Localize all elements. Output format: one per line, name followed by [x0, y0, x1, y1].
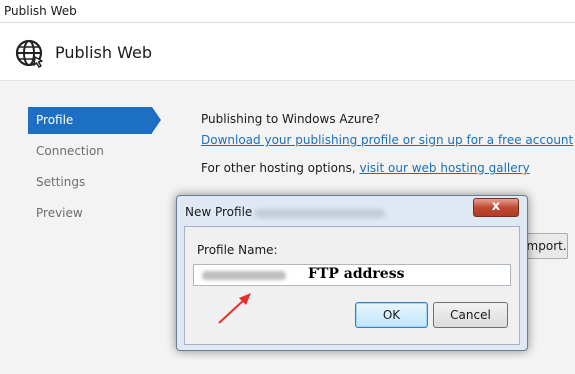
- window-title: Publish Web: [4, 4, 77, 18]
- dialog-title: New Profile: [185, 205, 253, 219]
- ok-button[interactable]: OK: [355, 302, 428, 328]
- close-button[interactable]: x: [473, 198, 519, 217]
- nav-item-settings[interactable]: Settings: [28, 169, 148, 196]
- page-title: Publish Web: [55, 43, 152, 62]
- annotation-text: FTP address: [308, 266, 405, 282]
- other-hosting-text: For other hosting options,: [201, 161, 356, 175]
- blurred-title-text: [255, 209, 385, 218]
- dialog-body: Profile Name: FTP address OK Cancel: [184, 226, 520, 345]
- annotation-arrow-icon: [218, 293, 251, 324]
- new-profile-dialog: New Profile x Profile Name: FTP address …: [176, 195, 528, 351]
- profile-name-input[interactable]: FTP address: [193, 264, 511, 286]
- cancel-button[interactable]: Cancel: [433, 302, 508, 328]
- nav-item-profile[interactable]: Profile: [28, 107, 161, 134]
- nav-item-connection[interactable]: Connection: [28, 138, 148, 165]
- download-profile-link[interactable]: Download your publishing profile or sign…: [201, 133, 573, 147]
- globe-icon: [15, 39, 43, 68]
- window-titlebar: Publish Web: [0, 0, 575, 23]
- other-hosting-row: For other hosting options, visit our web…: [201, 161, 530, 175]
- blurred-input-value: [202, 271, 286, 280]
- nav-item-preview[interactable]: Preview: [28, 200, 148, 227]
- hosting-gallery-link[interactable]: visit our web hosting gallery: [359, 161, 529, 175]
- azure-heading: Publishing to Windows Azure?: [201, 112, 380, 126]
- page-header: Publish Web: [0, 23, 575, 81]
- profile-name-label: Profile Name:: [197, 243, 278, 257]
